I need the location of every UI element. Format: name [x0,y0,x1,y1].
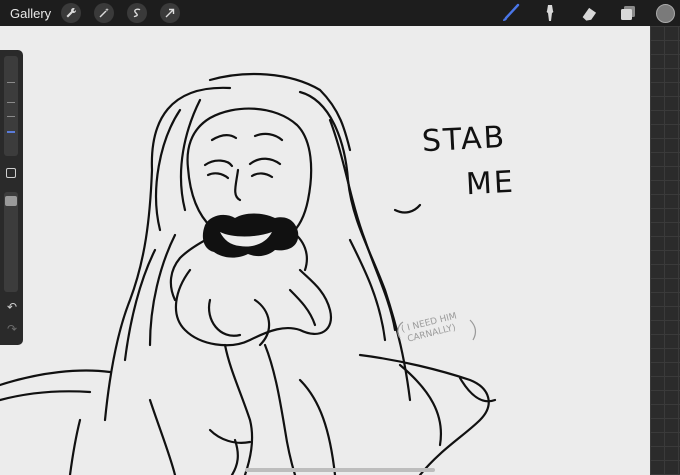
size-tick [7,116,15,117]
modify-square-icon[interactable] [6,168,16,178]
brush-icon[interactable] [500,2,522,24]
home-indicator[interactable] [245,468,435,472]
wrench-icon[interactable] [61,3,82,23]
size-slider-handle[interactable] [7,131,15,133]
magic-wand-icon[interactable] [94,3,115,23]
eraser-icon[interactable] [578,2,600,24]
undo-icon[interactable]: ↶ [5,300,19,314]
sketch-artwork [0,72,497,475]
top-toolbar: Gallery [0,0,680,26]
canvas-background-grid [650,26,680,475]
brush-opacity-slider[interactable] [4,192,18,292]
gallery-button[interactable]: Gallery [10,6,51,21]
left-sidebar: ↶ ↷ [0,50,23,345]
brush-size-slider[interactable] [4,56,18,156]
tool-group [500,0,680,26]
smudge-icon[interactable] [539,2,561,24]
size-tick [7,82,15,83]
transform-arrow-icon[interactable] [160,3,181,23]
speech-text-line2: ME [465,164,516,203]
opacity-slider-handle[interactable] [5,196,17,206]
speech-text-line1: STAB [421,119,508,160]
drawing-canvas[interactable]: STAB ME ( I NEED HIM CARNALLY) [0,26,650,475]
selection-icon[interactable] [127,3,148,23]
redo-icon[interactable]: ↷ [5,322,19,336]
color-picker-button[interactable] [656,3,675,23]
size-tick [7,102,15,103]
layers-icon[interactable] [617,2,639,24]
